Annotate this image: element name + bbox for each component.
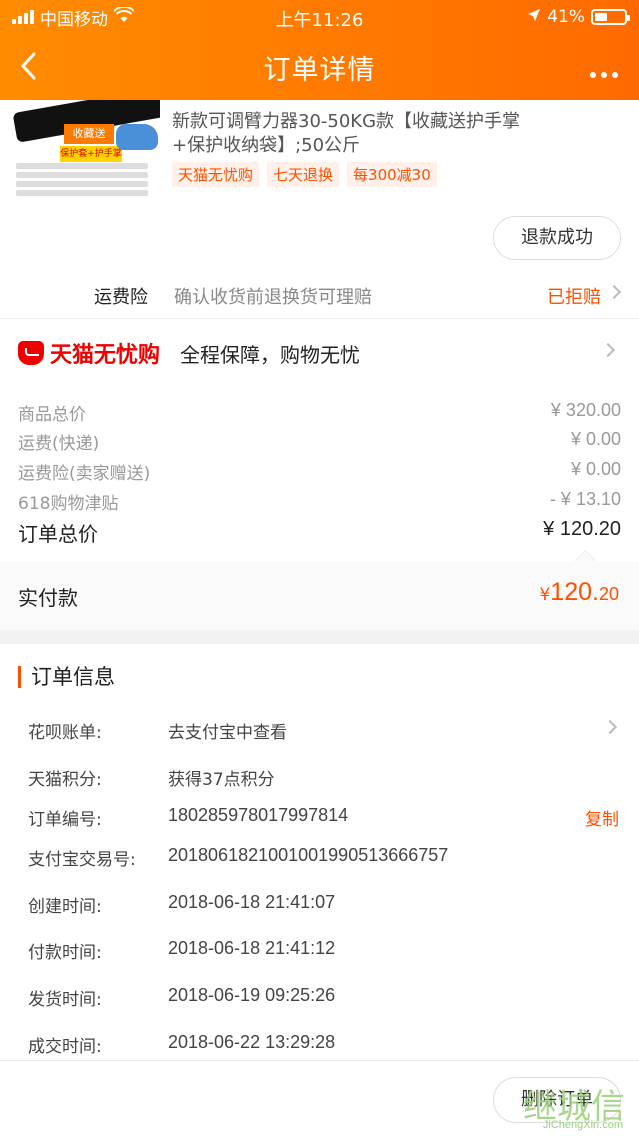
status-bar: 中国移动 上午11:26 41% <box>0 0 639 34</box>
watermark-url: JiChengXin.com <box>542 1119 623 1131</box>
product-card[interactable]: 收藏送 保护套+护手掌 新款可调臂力器30-50KG款【收藏送护手掌 +保护收纳… <box>0 100 639 318</box>
price-label: 618购物津贴 <box>18 494 119 514</box>
info-value: 2018-06-18 21:41:07 <box>168 892 336 912</box>
price-amount: ¥ 0.00 <box>570 459 621 479</box>
worry-free-row[interactable]: 天猫无忧购 全程保障，购物无忧 <box>0 319 639 385</box>
actual-payment-row: 实付款 ¥120.20 <box>0 562 639 630</box>
order-total-label: 订单总价 <box>18 522 98 546</box>
info-label: 支付宝交易号: <box>28 850 136 870</box>
chevron-right-icon <box>606 284 622 300</box>
tag-worry-free: 天猫无忧购 <box>172 162 260 187</box>
price-row-shipping: 运费(快递) ¥ 0.00 <box>18 429 621 454</box>
tag-seven-day-return: 七天退换 <box>267 162 340 187</box>
order-total-row: 订单总价 ¥ 120.20 <box>18 518 621 547</box>
order-info-section: 订单信息 花呗账单: 去支付宝中查看 天猫积分: 获得37点积分 订单编号: 1… <box>0 644 639 1060</box>
freight-insurance-row[interactable]: 运费险 确认收货前退换货可理赔 已拒赔 <box>0 275 639 318</box>
currency-symbol: ¥ <box>539 585 551 605</box>
info-value: 2018-06-19 09:25:26 <box>168 985 336 1005</box>
image-promo-badge: 收藏送 <box>64 124 114 144</box>
battery-icon <box>591 9 630 25</box>
info-value: 获得37点积分 <box>168 770 275 790</box>
price-row-goods: 商品总价 ¥ 320.00 <box>18 400 621 425</box>
price-amount: ¥ 0.00 <box>570 429 621 449</box>
info-label: 花呗账单: <box>28 723 102 743</box>
order-info-header: 订单信息 <box>18 666 115 688</box>
price-label: 运费(快递) <box>18 434 100 454</box>
info-label: 订单编号: <box>28 810 102 830</box>
info-value: 去支付宝中查看 <box>168 723 287 743</box>
info-label: 成交时间: <box>28 1037 102 1057</box>
worry-free-slogan: 全程保障，购物无忧 <box>180 343 360 367</box>
chevron-right-icon <box>600 342 616 358</box>
tag-discount: 每300减30 <box>347 162 437 187</box>
info-label: 创建时间: <box>28 897 102 917</box>
price-row-insurance: 运费险(卖家赠送) ¥ 0.00 <box>18 459 621 484</box>
tmall-shield-icon <box>18 341 44 365</box>
freight-insurance-status: 已拒赔 <box>547 287 601 308</box>
product-image[interactable]: 收藏送 保护套+护手掌 <box>12 100 160 202</box>
info-value: 2018061821001001990513666757 <box>168 845 449 865</box>
info-label: 发货时间: <box>28 990 102 1010</box>
product-title-line2: +保护收纳袋】;50公斤 <box>172 135 361 156</box>
actual-payment-label: 实付款 <box>18 586 78 610</box>
worry-free-brand: 天猫无忧购 <box>50 343 161 368</box>
nav-bar: 订单详情 <box>0 34 639 100</box>
freight-insurance-desc: 确认收货前退换货可理赔 <box>174 287 372 308</box>
freight-insurance-label: 运费险 <box>94 287 148 308</box>
info-value: 2018-06-18 21:41:12 <box>168 938 336 958</box>
price-amount: - ¥ 13.10 <box>549 489 621 509</box>
more-dots-icon[interactable] <box>589 54 619 87</box>
chevron-right-icon <box>602 719 618 735</box>
price-label: 商品总价 <box>18 405 86 425</box>
info-label: 付款时间: <box>28 943 102 963</box>
actual-payment-amount: ¥120.20 <box>539 578 619 607</box>
price-amount: ¥ 320.00 <box>550 400 621 420</box>
info-value: 180285978017997814 <box>168 805 349 825</box>
glove-graphic <box>116 124 158 150</box>
spec-table-graphic <box>16 160 148 202</box>
page-title: 订单详情 <box>263 54 376 86</box>
product-title-line1: 新款可调臂力器30-50KG款【收藏送护手掌 <box>172 111 521 132</box>
back-chevron-icon[interactable] <box>18 50 50 82</box>
order-total-amount: ¥ 120.20 <box>543 518 621 540</box>
bottom-action-bar: 删除订单 继城信 JiChengXin.com <box>0 1060 639 1136</box>
app-header: 中国移动 上午11:26 41% 订单详情 <box>0 0 639 100</box>
refund-status-button[interactable]: 退款成功 <box>493 216 621 260</box>
product-tags: 天猫无忧购 七天退换 每300减30 <box>172 162 437 187</box>
price-label: 运费险(卖家赠送) <box>18 464 151 484</box>
price-breakdown: 商品总价 ¥ 320.00 运费(快递) ¥ 0.00 运费险(卖家赠送) ¥ … <box>0 385 639 562</box>
info-label: 天猫积分: <box>28 770 102 790</box>
copy-order-number-button[interactable]: 复制 <box>585 805 619 830</box>
amount-decimal: 20 <box>598 584 619 604</box>
price-row-subsidy: 618购物津贴 - ¥ 13.10 <box>18 489 621 514</box>
info-value: 2018-06-22 13:29:28 <box>168 1032 336 1052</box>
product-title[interactable]: 新款可调臂力器30-50KG款【收藏送护手掌 +保护收纳袋】;50公斤 <box>172 110 552 158</box>
amount-integer: 120. <box>550 578 599 606</box>
status-time: 上午11:26 <box>275 10 364 31</box>
